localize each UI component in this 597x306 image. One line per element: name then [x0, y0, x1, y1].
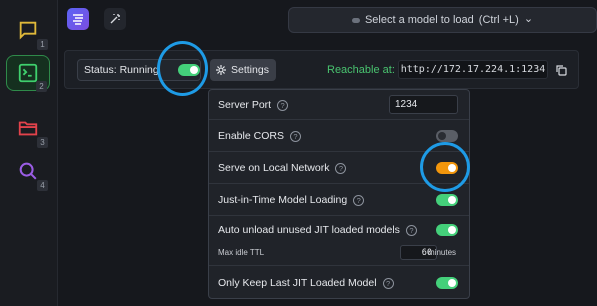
sidebar-item-number: 2 — [36, 81, 47, 92]
sidebar-item-number: 3 — [37, 137, 48, 148]
jit-loading-toggle[interactable] — [436, 194, 458, 206]
enable-cors-label: Enable CORS — [218, 130, 284, 142]
jit-loading-row: Just-in-Time Model Loading ? — [209, 184, 469, 216]
help-icon[interactable]: ? — [382, 277, 394, 289]
server-port-label: Server Port — [218, 99, 272, 111]
logo-icon — [73, 14, 83, 25]
annotation-ring-local-network — [420, 142, 470, 192]
help-icon[interactable]: ? — [405, 224, 417, 236]
gear-icon — [216, 65, 226, 75]
model-select-label: Select a model to load — [364, 14, 474, 26]
copy-icon[interactable] — [555, 64, 567, 76]
sidebar: 1 2 3 4 — [0, 0, 58, 306]
only-keep-last-row: Only Keep Last JIT Loaded Model ? — [209, 266, 469, 299]
server-port-row: Server Port ? 1234 — [209, 90, 469, 120]
help-icon[interactable]: ? — [277, 99, 289, 111]
auto-unload-label: Auto unload unused JIT loaded models — [218, 224, 400, 236]
chevron-down-icon: ⌄ — [523, 12, 534, 25]
settings-button[interactable]: Settings — [210, 59, 276, 81]
model-select-shortcut: (Ctrl +L) — [478, 14, 519, 26]
server-settings-panel: Server Port ? 1234 Enable CORS ? Serve o… — [208, 89, 470, 299]
max-idle-ttl-unit: minutes — [428, 248, 457, 257]
server-port-input[interactable]: 1234 — [389, 95, 458, 114]
search-icon — [19, 162, 37, 180]
status-label: Status: Running — [84, 64, 159, 76]
annotation-ring-status — [157, 41, 208, 96]
server-url[interactable]: http://172.17.224.1:1234 — [398, 60, 548, 79]
auto-unload-toggle[interactable] — [436, 224, 458, 236]
sidebar-item-developer[interactable]: 2 — [6, 55, 50, 92]
help-icon[interactable]: ? — [353, 194, 365, 206]
folder-icon — [18, 121, 38, 136]
sidebar-item-number: 4 — [37, 180, 48, 191]
magic-wand-button[interactable] — [104, 8, 126, 30]
sidebar-item-discover[interactable]: 4 — [6, 153, 50, 191]
app-logo — [67, 8, 89, 30]
help-icon[interactable]: ? — [289, 130, 301, 142]
help-icon[interactable]: ? — [335, 162, 347, 174]
auto-unload-row: Auto unload unused JIT loaded models ? M… — [209, 216, 469, 266]
serve-local-network-label: Serve on Local Network — [218, 162, 330, 174]
sidebar-item-models[interactable]: 3 — [6, 110, 50, 148]
settings-label: Settings — [231, 64, 269, 76]
sidebar-item-number: 1 — [37, 39, 48, 50]
max-idle-ttl-label: Max idle TTL — [218, 248, 265, 257]
model-select-dropdown[interactable]: Select a model to load (Ctrl +L) ⌄ — [288, 7, 597, 33]
model-icon — [351, 17, 360, 23]
jit-loading-label: Just-in-Time Model Loading — [218, 194, 348, 206]
reachable-label: Reachable at: — [327, 64, 395, 76]
enable-cors-toggle[interactable] — [436, 130, 458, 142]
only-keep-last-toggle[interactable] — [436, 277, 458, 289]
chat-icon — [19, 21, 37, 40]
max-idle-ttl-row: Max idle TTL 60 minutes — [209, 245, 469, 261]
only-keep-last-label: Only Keep Last JIT Loaded Model — [218, 277, 377, 289]
magic-wand-icon — [110, 14, 120, 24]
sidebar-item-chat[interactable]: 1 — [6, 12, 50, 50]
